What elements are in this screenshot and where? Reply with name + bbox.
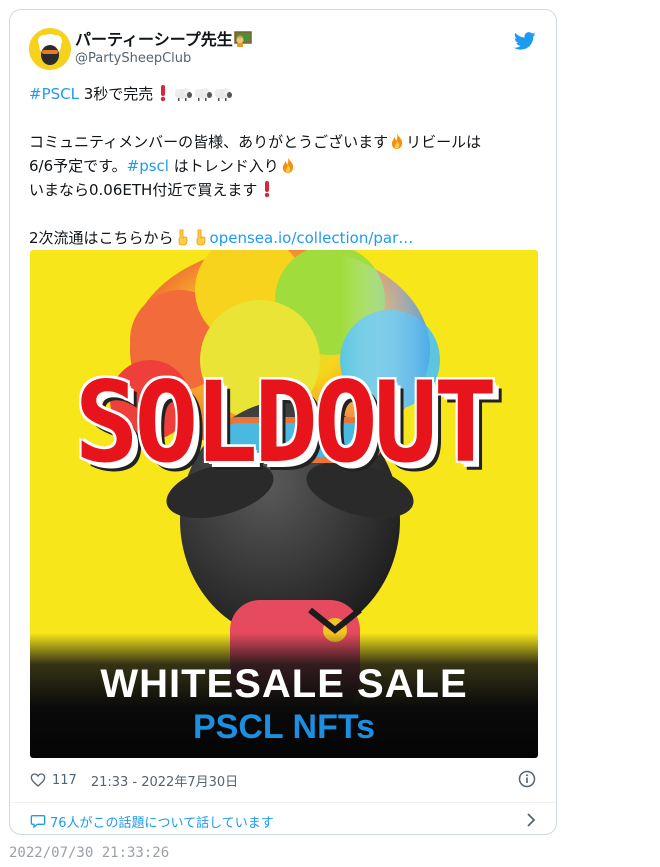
tweet-card: パーティーシープ先生 @PartySheepClub #PSCL 3秒で完売 コ…: [9, 9, 557, 835]
tweet-line-1: #PSCL 3秒で完売: [29, 82, 529, 106]
fire-emoji: [279, 156, 297, 181]
tweet-line-3: 6/6予定です。#pscl はトレンド入り: [29, 154, 529, 178]
tweet-meta: 117 21:33 - 2022年7月30日: [30, 770, 238, 790]
whitesale-text: WHITESALE SALE: [100, 662, 468, 706]
handle[interactable]: @PartySheepClub: [75, 50, 252, 67]
tweet-line-5: 2次流通はこちらから opensea.io/collection/par…: [29, 226, 529, 250]
tweet-line-2: コミュニティメンバーの皆様、ありがとうございます リビールは: [29, 130, 529, 154]
tweet-timestamp[interactable]: 21:33 - 2022年7月30日: [91, 771, 238, 790]
tweet-line-4-text: いまなら0.06ETH付近で買えます: [29, 181, 258, 199]
speech-bubble-icon: [30, 813, 46, 829]
twitter-bird-icon[interactable]: [513, 32, 536, 50]
teacher-emoji-icon: [234, 31, 252, 47]
chevron-right-icon[interactable]: [526, 813, 536, 827]
display-name[interactable]: パーティーシープ先生: [75, 30, 233, 49]
tweet-line-1-text: 3秒で完売: [78, 85, 154, 103]
tweet-line-2-tail: リビールは: [406, 133, 482, 151]
info-icon[interactable]: [518, 770, 536, 788]
tweet-line-5-text: 2次流通はこちらから: [29, 229, 174, 247]
tweet-text: #PSCL 3秒で完売 コミュニティメンバーの皆様、ありがとうございます リビール…: [29, 82, 529, 250]
soldout-headline: SOLDOUT: [74, 357, 498, 488]
tweet-media-image[interactable]: SOLDOUT WHITESALE SALE PSCL NFTs: [30, 250, 538, 758]
discussion-link[interactable]: 76人がこの話題について話しています: [30, 810, 536, 832]
tweet-line-3-end: はトレンド入り: [168, 157, 279, 175]
tweet-line-4: いまなら0.06ETH付近で買えます: [29, 178, 529, 202]
opensea-link[interactable]: opensea.io/collection/par…: [210, 229, 414, 247]
exclamation-emoji: [262, 180, 272, 205]
sheep-emoji: [173, 85, 193, 109]
discussion-text[interactable]: 76人がこの話題について話しています: [50, 812, 274, 831]
hashtag-pscl-link[interactable]: #PSCL: [29, 85, 79, 103]
exclamation-emoji: [158, 84, 168, 109]
tweet-line-3-start: 6/6予定です。: [29, 157, 127, 175]
display-name-row[interactable]: パーティーシープ先生: [75, 30, 252, 50]
hashtag-pscl-lower-link[interactable]: #pscl: [127, 157, 169, 175]
tweet-line-2-text: コミュニティメンバーの皆様、ありがとうございます: [29, 133, 389, 151]
tweet-header: パーティーシープ先生 @PartySheepClub: [29, 28, 536, 72]
fire-emoji: [388, 132, 406, 157]
divider: [10, 802, 556, 803]
sheep-emoji: [193, 85, 213, 109]
capture-timestamp: 2022/07/30 21:33:26: [9, 845, 170, 861]
avatar[interactable]: [29, 28, 71, 70]
pscl-nfts-text: PSCL NFTs: [193, 708, 375, 746]
like-count[interactable]: 117: [52, 773, 77, 788]
heart-icon[interactable]: [30, 772, 46, 788]
sheep-emoji: [213, 85, 233, 109]
